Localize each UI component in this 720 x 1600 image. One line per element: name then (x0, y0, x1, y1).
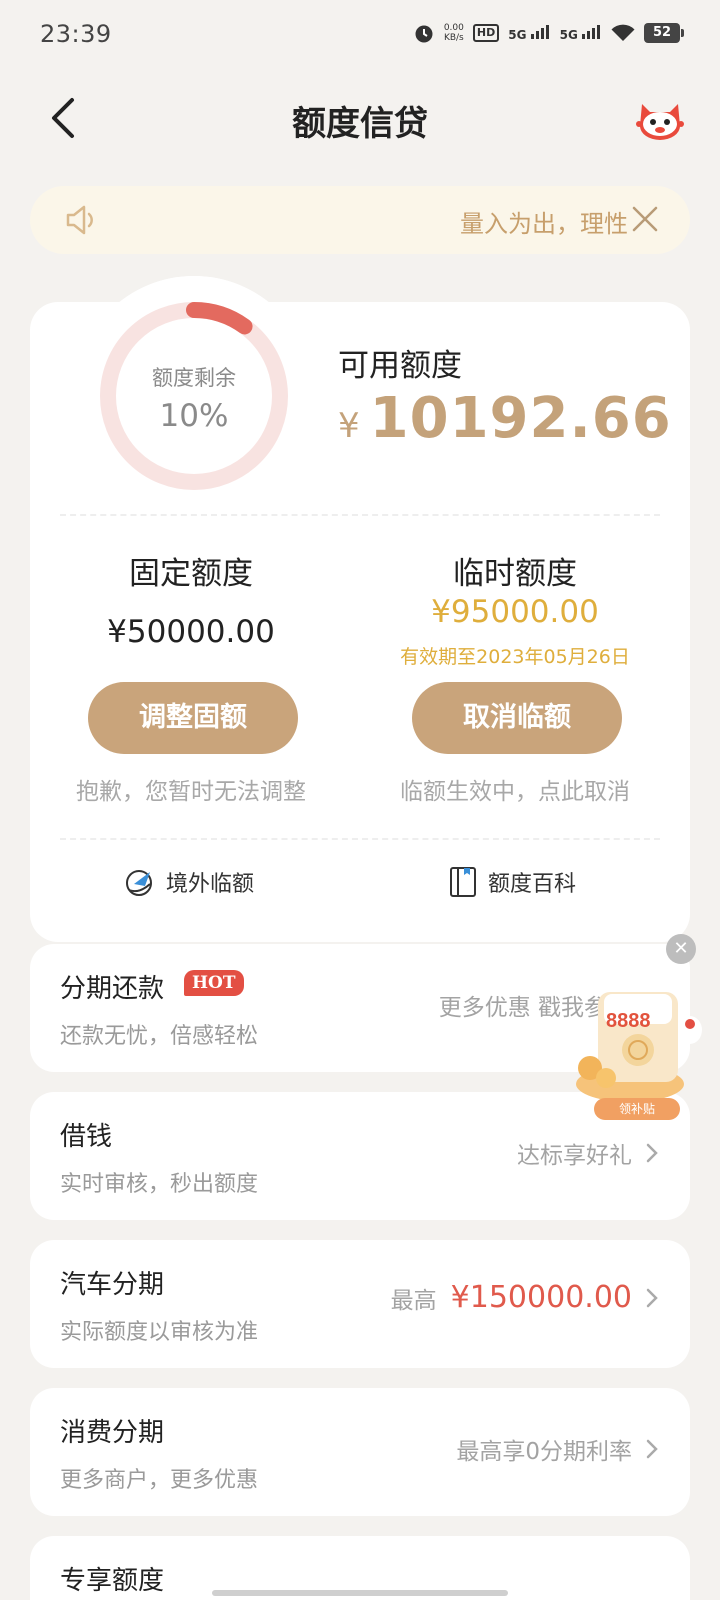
signal-5g-icon: 5G (508, 24, 550, 42)
list-item-title: 分期还款 (60, 974, 165, 1004)
list-item-title: 借钱 (60, 1122, 113, 1152)
fixed-credit-amount: ¥50000.00 (107, 614, 275, 650)
list-item-title: 消费分期 (60, 1418, 165, 1448)
status-icons: 0.00 KB/s HD 5G 5G 52 (413, 22, 684, 44)
fixed-credit-title: 固定额度 (129, 556, 253, 592)
car-loan-amount: ¥150000.00 (450, 1280, 632, 1315)
notice-bar[interactable]: 量入为出，理性 (30, 186, 690, 254)
mascot-assistant-icon[interactable] (636, 96, 684, 140)
max-prefix: 最高 (390, 1287, 437, 1314)
available-label: 可用额度 (338, 348, 462, 384)
hd-voice-icon: HD (472, 24, 500, 42)
promo-number: 8888 (606, 1010, 651, 1032)
available-amount: ¥ 10192.66 (338, 386, 672, 451)
overseas-credit-link[interactable]: 境外临额 (124, 866, 254, 898)
fixed-credit-note: 抱歉，您暂时无法调整 (76, 779, 306, 805)
signal-5g-icon-2: 5G (560, 24, 602, 42)
hot-badge: HOT (184, 970, 244, 996)
available-amount-value: 10192.66 (369, 386, 672, 451)
book-icon (450, 867, 476, 897)
alarm-icon (415, 25, 433, 43)
cancel-temp-button[interactable]: 取消临额 (412, 682, 622, 754)
divider-2 (60, 838, 660, 840)
temp-credit-amount: ¥95000.00 (431, 594, 599, 630)
list-item-right-text: 达标享好礼 (517, 1143, 632, 1169)
list-item-right-text: 最高享0分期利率 (456, 1439, 632, 1465)
overseas-credit-label: 境外临额 (166, 872, 255, 897)
list-item-subtitle: 实际额度以审核为准 (60, 1320, 259, 1345)
list-item-consumer-installment[interactable]: 消费分期 更多商户，更多优惠 最高享0分期利率 (30, 1388, 690, 1516)
list-item-title: 汽车分期 (60, 1270, 165, 1300)
promo-close-icon[interactable]: ✕ (666, 934, 696, 964)
temp-credit-note[interactable]: 临额生效中，点此取消 (355, 772, 675, 806)
chevron-right-icon (646, 1288, 658, 1307)
status-time: 23:39 (40, 20, 112, 48)
credit-encyclopedia-link[interactable]: 额度百科 (448, 866, 576, 898)
list-item-subtitle: 还款无忧，倍感轻松 (60, 1024, 259, 1049)
battery-icon: 52 (644, 23, 684, 43)
divider (60, 514, 660, 516)
list-item-subtitle: 更多商户，更多优惠 (60, 1468, 259, 1493)
list-item-subtitle: 实时审核，秒出额度 (60, 1172, 259, 1197)
speaker-icon (66, 205, 93, 235)
ring-value: 10% (159, 398, 229, 434)
remaining-ring (100, 302, 288, 490)
notice-text: 量入为出，理性 (460, 210, 628, 238)
close-icon[interactable] (630, 204, 660, 234)
temp-credit-title: 临时额度 (453, 556, 577, 592)
temp-credit-validity: 有效期至2023年05月26日 (400, 646, 630, 668)
currency-symbol: ¥ (338, 406, 360, 446)
list-item-car-installment[interactable]: 汽车分期 实际额度以审核为准 最高 ¥150000.00 (30, 1240, 690, 1368)
list-item-right: 达标享好礼 (517, 1136, 658, 1170)
list-item-title: 专享额度 (60, 1566, 165, 1596)
list-item-right: 最高 ¥150000.00 (391, 1280, 658, 1315)
list-item-right: 最高享0分期利率 (456, 1432, 658, 1466)
wifi-icon (611, 24, 635, 41)
chevron-right-icon (646, 1143, 658, 1163)
home-indicator[interactable] (212, 1590, 508, 1596)
ring-label: 额度剩余 (152, 366, 236, 390)
plane-globe-icon (126, 870, 152, 896)
credit-encyclopedia-label: 额度百科 (488, 872, 577, 897)
chevron-right-icon (646, 1439, 658, 1459)
net-speed: 0.00 KB/s (443, 23, 464, 43)
adjust-fixed-button[interactable]: 调整固额 (88, 682, 298, 754)
page-title: 额度信贷 (292, 104, 428, 144)
promo-tag[interactable]: 领补贴 (594, 1098, 680, 1120)
